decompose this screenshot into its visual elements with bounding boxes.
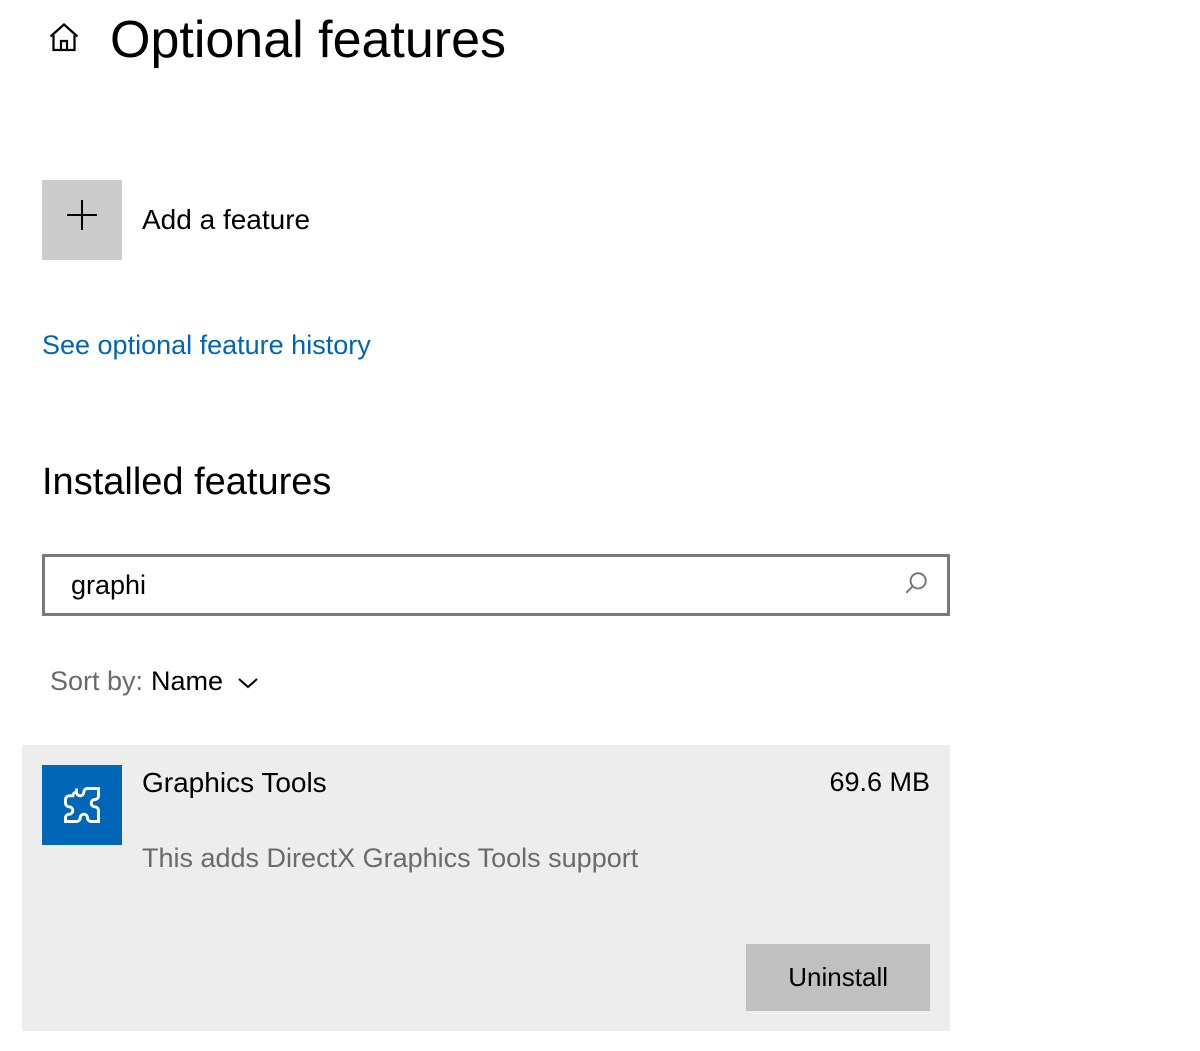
search-icon[interactable] <box>903 570 929 601</box>
feature-history-link[interactable]: See optional feature history <box>42 330 371 361</box>
sort-dropdown[interactable]: Sort by: Name <box>50 666 1200 697</box>
sort-value: Name <box>151 666 223 697</box>
page-header: Optional features <box>0 10 1200 70</box>
add-feature-label: Add a feature <box>142 204 310 236</box>
search-box <box>42 554 950 616</box>
feature-title: Graphics Tools <box>142 767 327 799</box>
feature-size: 69.6 MB <box>829 767 930 798</box>
chevron-down-icon <box>231 666 259 697</box>
search-input[interactable] <box>71 570 903 601</box>
feature-item[interactable]: Graphics Tools 69.6 MB This adds DirectX… <box>22 745 950 1031</box>
uninstall-button[interactable]: Uninstall <box>746 944 930 1011</box>
feature-description: This adds DirectX Graphics Tools support <box>142 843 930 874</box>
page-title: Optional features <box>110 10 506 70</box>
home-icon[interactable] <box>46 20 82 61</box>
installed-features-heading: Installed features <box>42 461 1200 504</box>
plus-icon-box <box>42 180 122 260</box>
feature-icon <box>42 765 122 845</box>
plus-icon <box>65 198 99 242</box>
sort-label: Sort by: <box>50 666 143 697</box>
add-feature-button[interactable]: Add a feature <box>42 180 1200 260</box>
